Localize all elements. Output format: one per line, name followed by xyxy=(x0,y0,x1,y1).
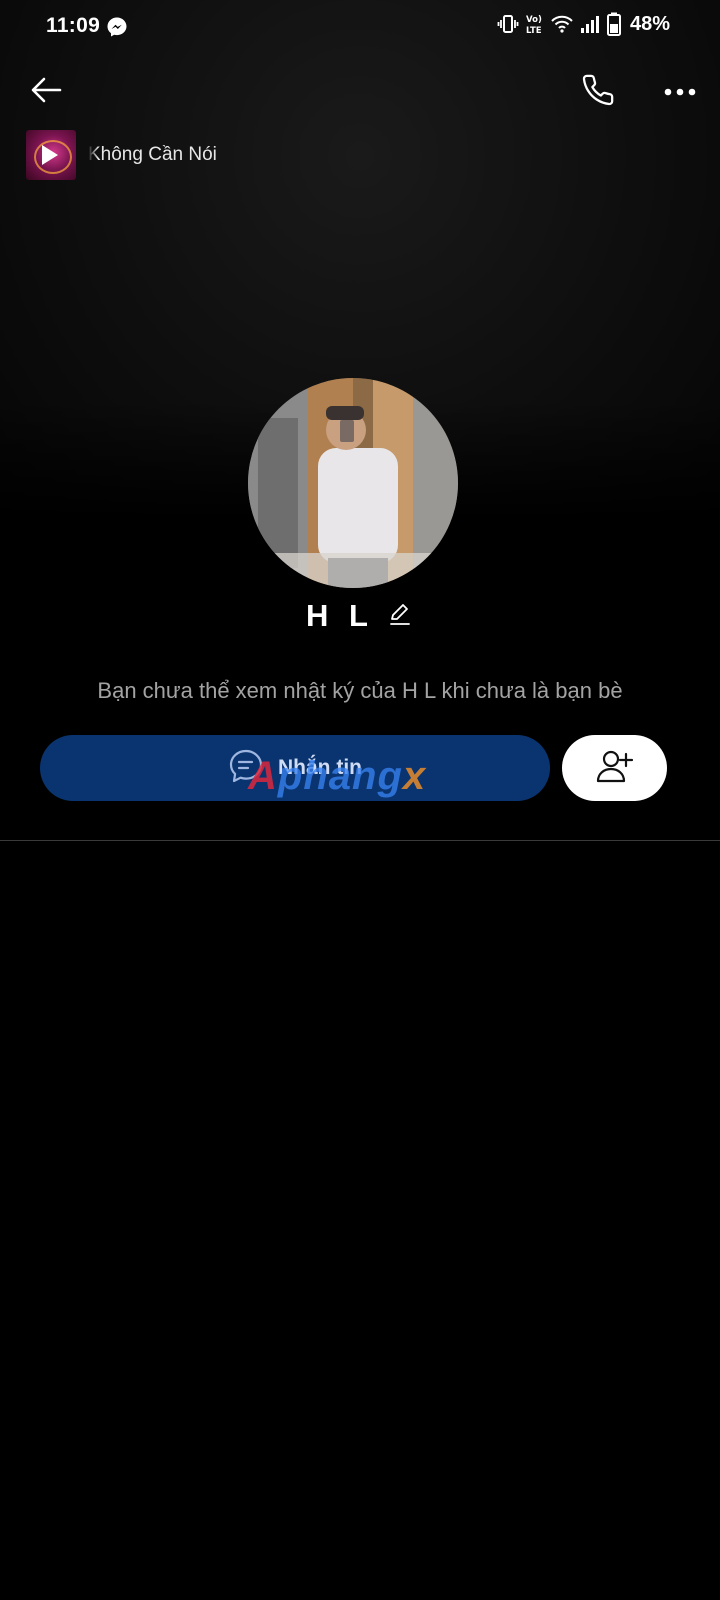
profile-name-row: H L xyxy=(0,598,720,634)
svg-text:Vo): Vo) xyxy=(526,15,542,25)
phone-icon xyxy=(581,73,615,112)
messenger-icon xyxy=(106,16,128,38)
play-icon[interactable] xyxy=(42,145,58,165)
section-divider xyxy=(0,840,720,841)
battery-icon xyxy=(606,12,621,36)
wifi-icon xyxy=(551,14,573,34)
add-user-icon xyxy=(596,749,634,788)
chat-bubble-icon xyxy=(228,748,264,789)
song-title: Không Cần Nói xyxy=(88,144,217,165)
back-button[interactable] xyxy=(26,72,66,112)
volte-icon: Vo) LTE xyxy=(526,13,544,35)
call-button[interactable] xyxy=(578,72,618,112)
signal-icon xyxy=(580,14,600,34)
add-friend-button[interactable] xyxy=(562,735,667,801)
avatar[interactable] xyxy=(248,378,458,588)
status-time: 11:09 xyxy=(46,14,101,37)
album-art[interactable] xyxy=(26,130,76,180)
profile-music[interactable]: Không Cần Nói xyxy=(26,130,217,180)
more-options-button[interactable] xyxy=(660,72,700,112)
more-horizontal-icon xyxy=(664,83,696,101)
friend-notice: Bạn chưa thể xem nhật ký của H L khi chư… xyxy=(97,678,623,703)
arrow-left-icon xyxy=(30,76,62,109)
battery-percentage: 48% xyxy=(629,12,670,35)
edit-name-button[interactable] xyxy=(386,602,414,630)
status-bar: 11:09 Vo) LTE 48% xyxy=(0,0,720,56)
svg-text:LTE: LTE xyxy=(526,26,542,35)
pencil-icon xyxy=(388,602,412,631)
message-button[interactable]: Nhắn tin xyxy=(40,735,550,801)
profile-name: H L xyxy=(306,598,374,633)
status-icons: Vo) LTE 48% xyxy=(497,12,670,36)
vibrate-icon xyxy=(497,14,519,34)
message-button-label: Nhắn tin xyxy=(278,756,362,779)
